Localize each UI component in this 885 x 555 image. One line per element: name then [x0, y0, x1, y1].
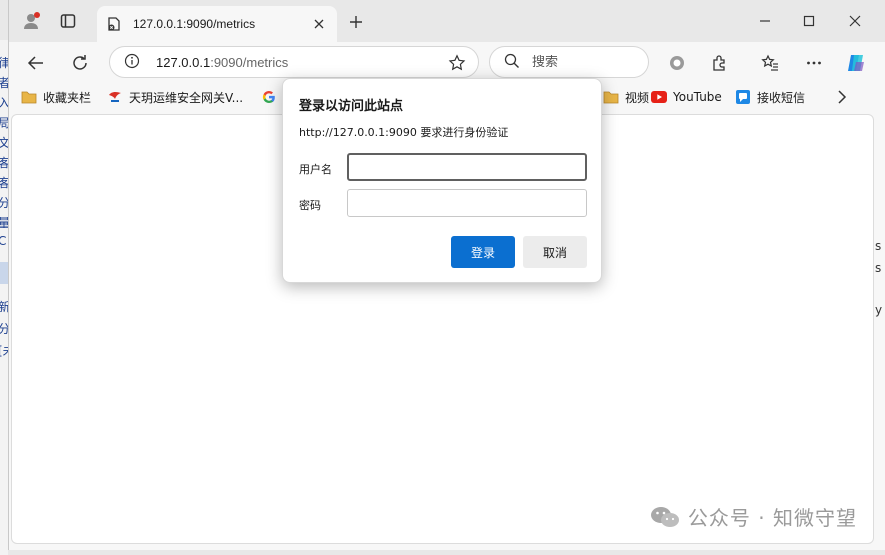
- back-button[interactable]: [23, 50, 49, 76]
- tab-actions-icon[interactable]: [57, 10, 79, 32]
- sms-icon: [735, 89, 751, 105]
- auth-dialog: 登录以访问此站点 http://127.0.0.1:9090 要求进行身份验证 …: [282, 78, 602, 283]
- bookmark-label: YouTube: [673, 90, 722, 104]
- close-window-button[interactable]: [835, 8, 875, 34]
- bg-char: [未: [0, 342, 8, 359]
- bg-char: 者: [0, 76, 8, 90]
- bg-char: 量: [0, 216, 8, 230]
- more-menu-icon[interactable]: [801, 50, 827, 76]
- bookmark-label: 收藏夹栏: [43, 90, 92, 105]
- bookmark-item[interactable]: 天玥运维安全网关V...: [107, 88, 243, 106]
- dialog-title: 登录以访问此站点: [299, 99, 404, 114]
- refresh-button[interactable]: [67, 50, 93, 76]
- new-tab-button[interactable]: [345, 11, 367, 33]
- bg-char: 律: [0, 56, 8, 70]
- bookmark-item[interactable]: YouTube: [651, 88, 722, 106]
- favorite-star-icon[interactable]: [448, 54, 466, 75]
- watermark: 公众号 · 知微守望: [650, 502, 857, 531]
- bookmark-label: 接收短信: [757, 90, 806, 105]
- bg-char: 文: [0, 136, 8, 150]
- tab-title: 127.0.0.1:9090/metrics: [133, 17, 256, 31]
- bg-char: 分: [0, 196, 8, 210]
- search-icon: [504, 53, 520, 72]
- favorites-icon[interactable]: [757, 50, 783, 76]
- cancel-button[interactable]: 取消: [523, 236, 587, 268]
- bookmark-item[interactable]: [261, 88, 283, 106]
- url-path: :9090/metrics: [210, 54, 289, 70]
- address-bar[interactable]: 127.0.0.1:9090/metrics: [109, 46, 479, 78]
- record-icon[interactable]: [664, 50, 690, 76]
- bookmarks-overflow-chevron-icon[interactable]: [837, 88, 847, 106]
- url-host: 127.0.0.1: [156, 54, 211, 70]
- search-input[interactable]: [532, 54, 632, 70]
- youtube-icon: [651, 89, 667, 105]
- bg-char: 客: [0, 176, 8, 190]
- folder-icon: [603, 89, 619, 105]
- toolbar: 127.0.0.1:9090/metrics: [9, 42, 885, 82]
- username-label: 用户名: [299, 163, 332, 176]
- bg-selected-band: [0, 262, 8, 284]
- url-text: 127.0.0.1:9090/metrics: [156, 55, 288, 70]
- bg-char: 客: [0, 156, 8, 170]
- minimize-button[interactable]: [745, 8, 785, 34]
- bg-char: s: [875, 261, 882, 275]
- site-favicon: [107, 89, 123, 105]
- bookmark-item[interactable]: 接收短信: [735, 88, 805, 106]
- background-app-right-strip: s s y: [873, 235, 885, 335]
- wechat-icon: [650, 505, 680, 529]
- maximize-button[interactable]: [789, 8, 829, 34]
- dialog-subtitle: http://127.0.0.1:9090 要求进行身份验证: [299, 126, 509, 139]
- bg-char: C: [0, 234, 7, 248]
- extensions-icon[interactable]: [707, 50, 733, 76]
- google-icon: [261, 89, 277, 105]
- tab-bar: 127.0.0.1:9090/metrics: [9, 0, 885, 42]
- profile-icon[interactable]: [21, 10, 43, 32]
- folder-icon: [21, 89, 37, 105]
- password-input[interactable]: [347, 189, 587, 217]
- tab-active[interactable]: 127.0.0.1:9090/metrics: [97, 6, 337, 42]
- bg-char: y: [875, 303, 883, 317]
- bg-char: 分: [0, 322, 8, 336]
- background-app-strip: 律 者 入 局 文 客 客 分 量 C 新 分 [未: [0, 40, 8, 555]
- bookmark-label: 天玥运维安全网关V...: [129, 90, 244, 105]
- password-label: 密码: [299, 199, 321, 212]
- bg-char: s: [875, 239, 882, 253]
- copilot-icon[interactable]: [843, 50, 869, 76]
- bookmark-item[interactable]: 视频: [603, 88, 649, 106]
- username-input[interactable]: [347, 153, 587, 181]
- site-info-icon[interactable]: [124, 53, 140, 72]
- page-error-icon: [107, 17, 121, 31]
- login-button[interactable]: 登录: [451, 236, 515, 268]
- bg-char: 新: [0, 300, 8, 314]
- bg-char: 入: [0, 96, 8, 110]
- watermark-text: 公众号 · 知微守望: [687, 506, 857, 530]
- search-box[interactable]: [489, 46, 649, 78]
- bookmark-item[interactable]: 收藏夹栏: [21, 88, 91, 106]
- bookmark-label: 视频: [625, 90, 650, 105]
- bg-char: 局: [0, 116, 8, 130]
- close-tab-icon[interactable]: [311, 16, 327, 32]
